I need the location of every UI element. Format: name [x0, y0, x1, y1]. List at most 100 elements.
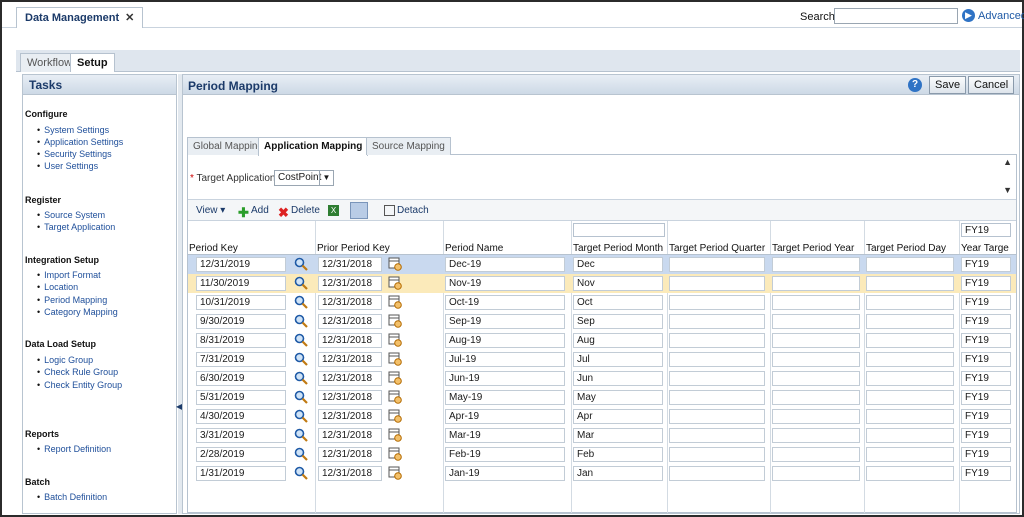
period-name-cell[interactable]: Sep-19 [445, 314, 565, 329]
task-target-application[interactable]: Target Application [37, 222, 115, 232]
year-target-cell[interactable]: FY19 [961, 428, 1011, 443]
search-icon[interactable] [294, 428, 308, 442]
target-quarter-cell[interactable] [669, 352, 765, 367]
target-day-cell[interactable] [866, 314, 954, 329]
prior-period-key-cell[interactable]: 12/31/2018 [318, 295, 382, 310]
prior-period-key-cell[interactable]: 12/31/2018 [318, 276, 382, 291]
target-quarter-cell[interactable] [669, 371, 765, 386]
prior-period-key-cell[interactable]: 12/31/2018 [318, 447, 382, 462]
table-row[interactable]: 8/31/2019 12/31/2018 Aug-19 Aug FY19 [188, 331, 1016, 350]
year-target-cell[interactable]: FY19 [961, 409, 1011, 424]
task-import-format[interactable]: Import Format [37, 270, 101, 280]
cancel-button[interactable]: Cancel [968, 76, 1015, 94]
search-icon[interactable] [294, 447, 308, 461]
table-row[interactable]: 9/30/2019 12/31/2018 Sep-19 Sep FY19 [188, 312, 1016, 331]
search-icon[interactable] [294, 314, 308, 328]
target-month-cell[interactable]: Feb [573, 447, 663, 462]
detach-button[interactable]: Detach [384, 205, 429, 216]
task-report-definition[interactable]: Report Definition [37, 444, 111, 454]
calendar-icon[interactable] [388, 371, 402, 385]
filter-target-period-month[interactable] [573, 223, 665, 237]
period-name-cell[interactable]: Mar-19 [445, 428, 565, 443]
table-row[interactable]: 2/28/2019 12/31/2018 Feb-19 Feb FY19 [188, 445, 1016, 464]
target-day-cell[interactable] [866, 409, 954, 424]
calendar-icon[interactable] [388, 447, 402, 461]
target-quarter-cell[interactable] [669, 428, 765, 443]
task-source-system[interactable]: Source System [37, 210, 105, 220]
table-row[interactable]: 12/31/2019 12/31/2018 Dec-19 Dec FY19 [188, 255, 1016, 274]
target-quarter-cell[interactable] [669, 257, 765, 272]
calendar-icon[interactable] [388, 257, 402, 271]
search-icon[interactable] [294, 352, 308, 366]
period-key-cell[interactable]: 3/31/2019 [196, 428, 286, 443]
calendar-icon[interactable] [388, 390, 402, 404]
delete-button[interactable]: ✖ Delete [278, 205, 320, 220]
target-day-cell[interactable] [866, 390, 954, 405]
table-row[interactable]: 5/31/2019 12/31/2018 May-19 May FY19 [188, 388, 1016, 407]
close-icon[interactable]: ✕ [125, 12, 134, 24]
target-quarter-cell[interactable] [669, 447, 765, 462]
target-quarter-cell[interactable] [669, 466, 765, 481]
scroll-down-icon[interactable]: ▼ [1003, 185, 1012, 195]
year-target-cell[interactable]: FY19 [961, 390, 1011, 405]
period-key-cell[interactable]: 8/31/2019 [196, 333, 286, 348]
target-month-cell[interactable]: Sep [573, 314, 663, 329]
calendar-icon[interactable] [388, 466, 402, 480]
table-row[interactable]: 10/31/2019 12/31/2018 Oct-19 Oct FY19 [188, 293, 1016, 312]
search-input[interactable] [834, 8, 958, 24]
prior-period-key-cell[interactable]: 12/31/2018 [318, 466, 382, 481]
tab-global-mapping[interactable]: Global Mapping [187, 137, 270, 155]
target-month-cell[interactable]: May [573, 390, 663, 405]
period-name-cell[interactable]: May-19 [445, 390, 565, 405]
target-quarter-cell[interactable] [669, 295, 765, 310]
period-name-cell[interactable]: Jun-19 [445, 371, 565, 386]
target-day-cell[interactable] [866, 276, 954, 291]
target-quarter-cell[interactable] [669, 390, 765, 405]
search-icon[interactable] [294, 295, 308, 309]
period-key-cell[interactable]: 5/31/2019 [196, 390, 286, 405]
table-row[interactable]: 6/30/2019 12/31/2018 Jun-19 Jun FY19 [188, 369, 1016, 388]
target-month-cell[interactable]: Oct [573, 295, 663, 310]
period-key-cell[interactable]: 12/31/2019 [196, 257, 286, 272]
target-month-cell[interactable]: Nov [573, 276, 663, 291]
filter-year-target[interactable]: FY19 [961, 223, 1011, 237]
col-target-period-day[interactable]: Target Period Day [866, 243, 946, 254]
save-button[interactable]: Save [929, 76, 967, 94]
target-year-cell[interactable] [772, 390, 860, 405]
period-key-cell[interactable]: 6/30/2019 [196, 371, 286, 386]
scroll-up-icon[interactable]: ▲ [1003, 157, 1012, 167]
calendar-icon[interactable] [388, 276, 402, 290]
prior-period-key-cell[interactable]: 12/31/2018 [318, 390, 382, 405]
period-name-cell[interactable]: Jan-19 [445, 466, 565, 481]
task-logic-group[interactable]: Logic Group [37, 355, 93, 365]
table-row[interactable]: 4/30/2019 12/31/2018 Apr-19 Apr FY19 [188, 407, 1016, 426]
task-location[interactable]: Location [37, 282, 78, 292]
prior-period-key-cell[interactable]: 12/31/2018 [318, 257, 382, 272]
target-year-cell[interactable] [772, 352, 860, 367]
col-period-name[interactable]: Period Name [445, 243, 503, 254]
target-day-cell[interactable] [866, 371, 954, 386]
export-excel-icon[interactable]: X [328, 205, 341, 216]
col-year-target[interactable]: Year Targe [961, 243, 1009, 254]
year-target-cell[interactable]: FY19 [961, 447, 1011, 462]
add-button[interactable]: ✚ Add [238, 205, 269, 220]
target-year-cell[interactable] [772, 428, 860, 443]
view-menu[interactable]: View ▾ [196, 205, 225, 216]
target-year-cell[interactable] [772, 466, 860, 481]
target-quarter-cell[interactable] [669, 276, 765, 291]
period-key-cell[interactable]: 7/31/2019 [196, 352, 286, 367]
target-year-cell[interactable] [772, 257, 860, 272]
calendar-icon[interactable] [388, 428, 402, 442]
target-year-cell[interactable] [772, 276, 860, 291]
table-row[interactable]: 7/31/2019 12/31/2018 Jul-19 Jul FY19 [188, 350, 1016, 369]
prior-period-key-cell[interactable]: 12/31/2018 [318, 371, 382, 386]
calendar-icon[interactable] [388, 314, 402, 328]
target-day-cell[interactable] [866, 352, 954, 367]
period-key-cell[interactable]: 4/30/2019 [196, 409, 286, 424]
target-day-cell[interactable] [866, 428, 954, 443]
task-period-mapping[interactable]: Period Mapping [37, 295, 107, 305]
prior-period-key-cell[interactable]: 12/31/2018 [318, 409, 382, 424]
tab-data-management[interactable]: Data Management ✕ [16, 7, 144, 28]
calendar-icon[interactable] [388, 409, 402, 423]
search-icon[interactable] [294, 390, 308, 404]
